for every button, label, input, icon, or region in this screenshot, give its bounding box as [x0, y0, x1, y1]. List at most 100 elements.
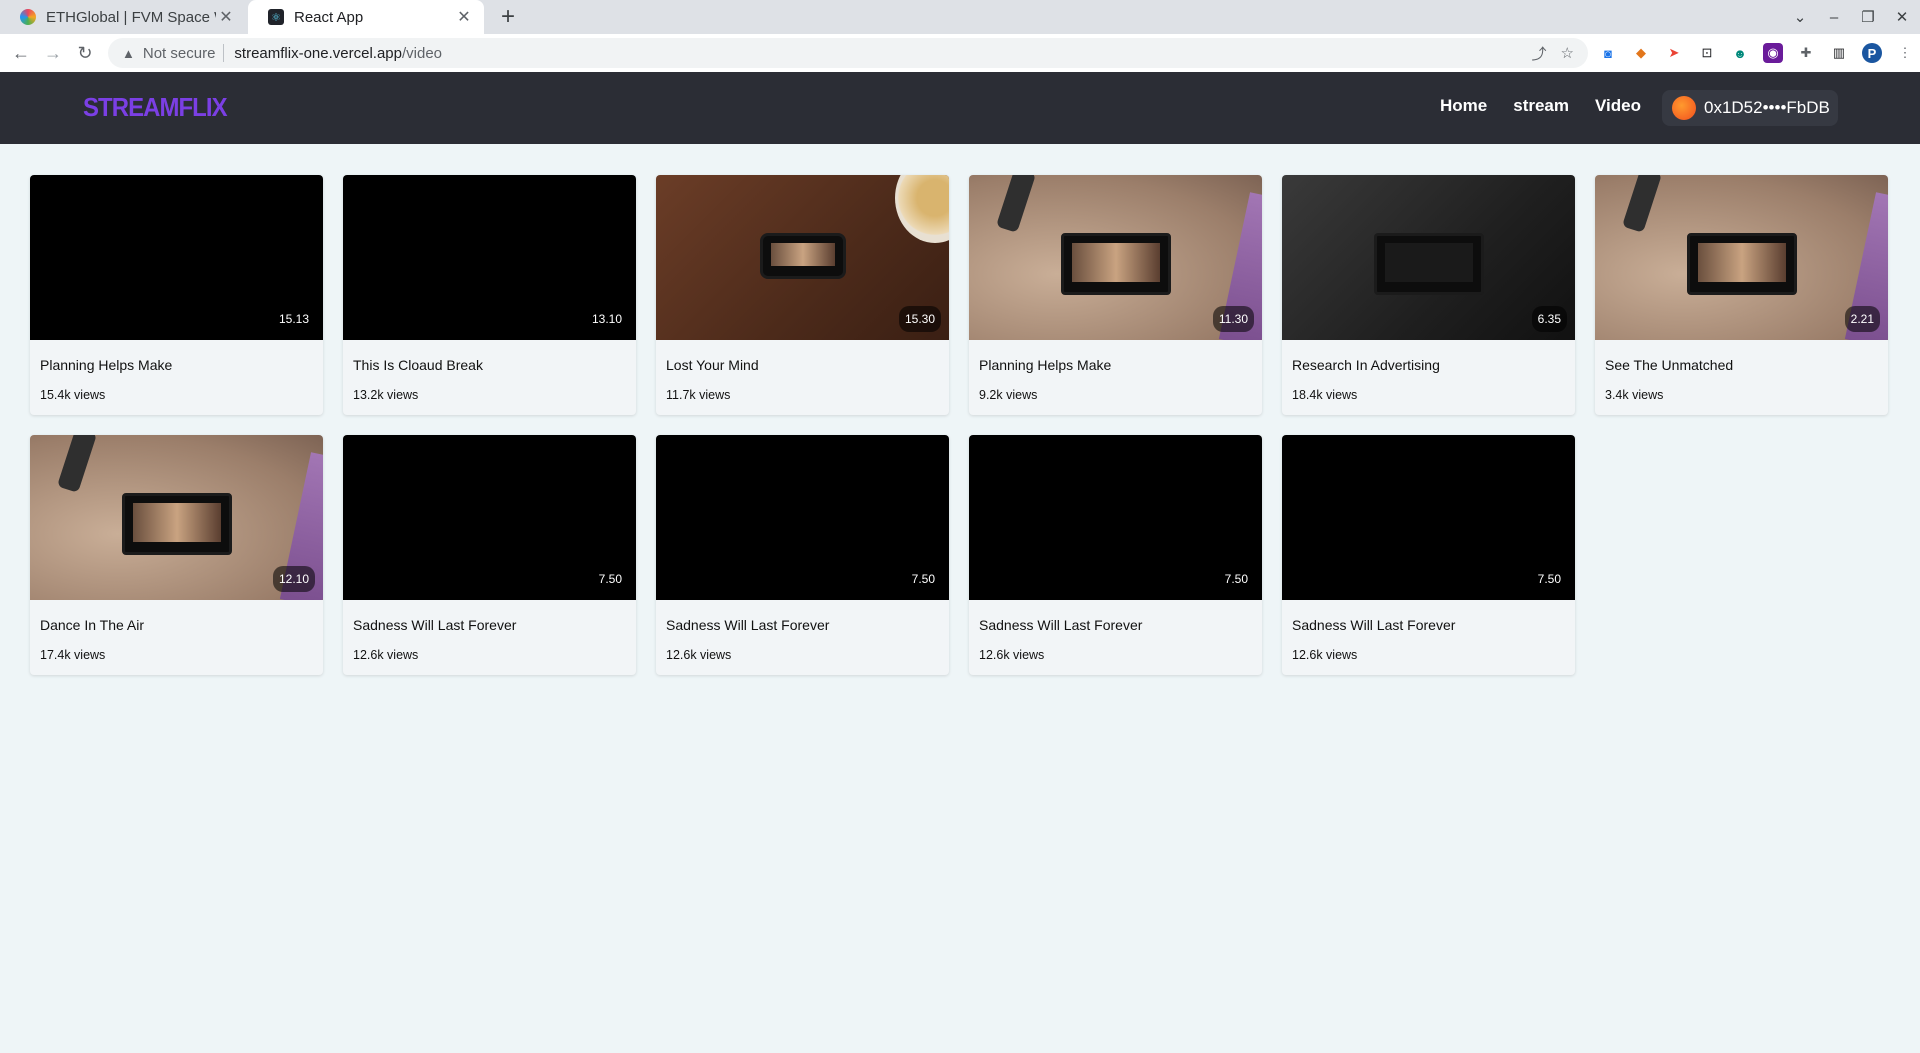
bookmark-star-icon[interactable]: ☆	[1561, 44, 1574, 62]
side-panel-icon[interactable]: ▥	[1829, 43, 1849, 63]
url-path[interactable]: /video	[402, 45, 442, 62]
video-thumbnail[interactable]: 15.30	[656, 175, 949, 340]
video-card[interactable]: 7.50 Sadness Will Last Forever 12.6k views	[343, 435, 636, 675]
nav-stream-link[interactable]: stream	[1513, 96, 1569, 116]
video-thumbnail[interactable]: 7.50	[343, 435, 636, 600]
extension-bot-icon[interactable]: ☻	[1730, 43, 1750, 63]
video-thumbnail[interactable]: 15.13	[30, 175, 323, 340]
url-host[interactable]: streamflix-one.vercel.app	[234, 45, 402, 62]
video-card[interactable]: 7.50 Sadness Will Last Forever 12.6k views	[1282, 435, 1575, 675]
address-bar[interactable]: ▲ Not secure streamflix-one.vercel.app/v…	[108, 38, 1588, 68]
tablet-image	[1061, 233, 1171, 295]
video-duration: 7.50	[1537, 572, 1561, 586]
video-card[interactable]: 7.50 Sadness Will Last Forever 12.6k views	[656, 435, 949, 675]
video-title[interactable]: This Is Cloaud Break	[353, 357, 626, 373]
video-title[interactable]: Sadness Will Last Forever	[979, 617, 1252, 633]
screenshot-icon[interactable]: ⊡	[1697, 43, 1717, 63]
video-thumbnail[interactable]: 2.21	[1595, 175, 1888, 340]
video-views: 12.6k views	[979, 648, 1045, 662]
nav-home-link[interactable]: Home	[1440, 96, 1487, 116]
share-icon[interactable]: ⤴	[1532, 43, 1547, 64]
extension-purple-icon[interactable]: ◉	[1763, 43, 1783, 63]
video-info: See The Unmatched 3.4k views	[1595, 340, 1888, 402]
app-header: STREAMFLIX Home stream Video 0x1D52••••F…	[0, 72, 1920, 144]
video-thumbnail[interactable]: 7.50	[656, 435, 949, 600]
video-info: Research In Advertising 18.4k views	[1282, 340, 1575, 402]
video-duration: 13.10	[591, 312, 622, 326]
video-title[interactable]: Planning Helps Make	[979, 357, 1252, 373]
video-views: 15.4k views	[40, 388, 106, 402]
video-thumbnail[interactable]: 12.10	[30, 435, 323, 600]
extensions-area: ◙ ◆ ➤ ⊡ ☻ ◉ ✚ ▥ P ⋮	[1598, 34, 1915, 72]
video-title[interactable]: Dance In The Air	[40, 617, 313, 633]
video-duration: 15.13	[278, 312, 309, 326]
puzzle-extensions-icon[interactable]: ✚	[1796, 43, 1816, 63]
menu-kebab-icon[interactable]: ⋮	[1895, 43, 1915, 63]
video-thumbnail[interactable]: 13.10	[343, 175, 636, 340]
wallet-button[interactable]: 0x1D52••••FbDB	[1662, 90, 1838, 126]
tab-title: React App	[294, 8, 364, 26]
wallet-avatar-icon	[1672, 96, 1696, 120]
video-info: Dance In The Air 17.4k views	[30, 600, 323, 662]
video-duration: 6.35	[1531, 306, 1567, 332]
video-duration: 12.10	[272, 566, 315, 592]
remote-icon	[1621, 175, 1663, 233]
video-card[interactable]: 15.30 Lost Your Mind 11.7k views	[656, 175, 949, 415]
new-tab-button[interactable]: +	[494, 4, 522, 30]
video-thumbnail[interactable]: 7.50	[969, 435, 1262, 600]
close-tab-icon[interactable]: ✕	[454, 7, 474, 27]
close-window-icon[interactable]: ✕	[1894, 8, 1910, 26]
metamask-fox-icon[interactable]: ◆	[1631, 43, 1651, 63]
security-label[interactable]: Not secure	[143, 45, 216, 62]
video-duration: 7.50	[598, 572, 622, 586]
video-info: Sadness Will Last Forever 12.6k views	[969, 600, 1262, 662]
browser-tab-ethglobal[interactable]: ETHGlobal | FVM Space W ✕	[0, 0, 246, 34]
nav-video-link[interactable]: Video	[1595, 96, 1641, 116]
video-card[interactable]: 12.10 Dance In The Air 17.4k views	[30, 435, 323, 675]
video-title[interactable]: Sadness Will Last Forever	[1292, 617, 1565, 633]
video-card[interactable]: 13.10 This Is Cloaud Break 13.2k views	[343, 175, 636, 415]
video-title[interactable]: Planning Helps Make	[40, 357, 313, 373]
video-views: 13.2k views	[353, 388, 419, 402]
video-info: Sadness Will Last Forever 12.6k views	[1282, 600, 1575, 662]
phone-image	[760, 233, 846, 279]
video-info: Sadness Will Last Forever 12.6k views	[656, 600, 949, 662]
video-title[interactable]: Sadness Will Last Forever	[353, 617, 626, 633]
forward-arrow-icon[interactable]: →	[42, 43, 64, 64]
back-arrow-icon[interactable]: ←	[10, 43, 32, 64]
video-info: This Is Cloaud Break 13.2k views	[343, 340, 636, 402]
tablet-image	[1374, 233, 1484, 295]
ethglobal-favicon-icon	[20, 9, 36, 25]
video-card[interactable]: 6.35 Research In Advertising 18.4k views	[1282, 175, 1575, 415]
video-card[interactable]: 11.30 Planning Helps Make 9.2k views	[969, 175, 1262, 415]
video-card[interactable]: 15.13 Planning Helps Make 15.4k views	[30, 175, 323, 415]
video-title[interactable]: Lost Your Mind	[666, 357, 939, 373]
video-card[interactable]: 2.21 See The Unmatched 3.4k views	[1595, 175, 1888, 415]
video-views: 12.6k views	[353, 648, 419, 662]
video-info: Planning Helps Make 9.2k views	[969, 340, 1262, 402]
video-duration: 7.50	[911, 572, 935, 586]
warning-triangle-icon[interactable]: ▲	[122, 46, 135, 61]
close-tab-icon[interactable]: ✕	[216, 7, 236, 27]
video-duration: 11.30	[1212, 306, 1254, 332]
reload-icon[interactable]: ↻	[74, 43, 96, 64]
tab-search-icon[interactable]: ⌄	[1792, 8, 1808, 26]
streamflix-logo[interactable]: STREAMFLIX	[83, 92, 228, 123]
minimize-icon[interactable]: –	[1826, 9, 1842, 26]
extension-camera-icon[interactable]: ◙	[1598, 43, 1618, 63]
video-duration: 15.30	[898, 306, 941, 332]
video-thumbnail[interactable]: 7.50	[1282, 435, 1575, 600]
profile-avatar-icon[interactable]: P	[1862, 43, 1882, 63]
video-title[interactable]: Research In Advertising	[1292, 357, 1565, 373]
video-thumbnail[interactable]: 11.30	[969, 175, 1262, 340]
video-title[interactable]: Sadness Will Last Forever	[666, 617, 939, 633]
extension-arrow-icon[interactable]: ➤	[1664, 43, 1684, 63]
video-card[interactable]: 7.50 Sadness Will Last Forever 12.6k views	[969, 435, 1262, 675]
video-views: 17.4k views	[40, 648, 106, 662]
restore-icon[interactable]: ❐	[1860, 8, 1876, 26]
video-duration: 7.50	[1224, 572, 1248, 586]
browser-tab-react-app[interactable]: ⚛ React App ✕	[248, 0, 484, 34]
video-thumbnail[interactable]: 6.35	[1282, 175, 1575, 340]
tab-title: ETHGlobal | FVM Space W	[46, 8, 216, 26]
video-title[interactable]: See The Unmatched	[1605, 357, 1878, 373]
